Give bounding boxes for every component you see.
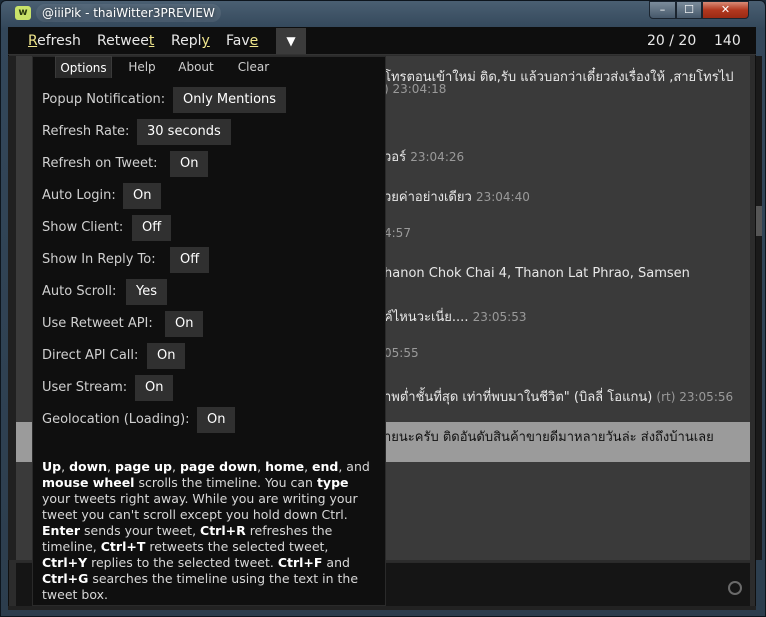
left-gutter xyxy=(8,56,16,560)
retweet-menu[interactable]: Retweet xyxy=(97,27,154,55)
direct-api-call-toggle[interactable]: On xyxy=(147,343,186,369)
menu-bar: Refresh Retweet Reply Fave ▼ 20 / 20 140 xyxy=(8,27,756,55)
tweet-timestamp: (rt) 23:05:56 xyxy=(656,390,734,404)
tweet-row[interactable]: 4:57 xyxy=(384,226,411,241)
tweet-row[interactable]: 05:55 xyxy=(384,346,419,361)
tweet-timestamp: 4:57 xyxy=(384,226,411,240)
tweet-timestamp: 23:04:26 xyxy=(410,150,465,164)
tweet-text: าพต่ำชั้นที่สุด เท่าที่พบมาในชีวิต" (บิล… xyxy=(384,390,653,405)
show-client-toggle[interactable]: Off xyxy=(132,215,172,241)
app-logo-icon: w xyxy=(15,6,31,20)
auto-scroll-label: Auto Scroll: xyxy=(42,284,117,299)
timeline-scrollbar[interactable] xyxy=(756,56,762,560)
title-bar[interactable]: w @iiiPik - thaiWitter3PREVIEW – ☐ ✕ xyxy=(0,0,766,27)
tweet-text: ายนะครับ ติดอันดับสินค้าขายดีมาหลายวันล่… xyxy=(384,430,714,445)
show-client-label: Show Client: xyxy=(42,220,124,235)
tweet-row[interactable]: าพต่ำชั้นที่สุด เท่าที่พบมาในชีวิต" (บิล… xyxy=(384,386,733,407)
status-strip xyxy=(8,606,756,610)
window-title: @iiiPik - thaiWitter3PREVIEW xyxy=(36,4,221,22)
use-retweet-api-toggle[interactable]: On xyxy=(165,311,204,337)
tweet-row[interactable]: วยค่าอย่างเดียว 23:04:40 xyxy=(384,186,530,207)
scrollbar-thumb[interactable] xyxy=(756,206,762,236)
tweet-row[interactable]: ายนะครับ ติดอันดับสินค้าขายดีมาหลายวันล่… xyxy=(384,426,714,447)
retweet-label: Retwee xyxy=(97,33,149,49)
refresh-rate-label: Refresh Rate: xyxy=(42,124,130,139)
geolocation-label: Geolocation (Loading): xyxy=(42,412,190,427)
user-stream-toggle[interactable]: On xyxy=(135,375,174,401)
tweet-text: วยค่าอย่างเดียว xyxy=(384,190,472,205)
auto-login-toggle[interactable]: On xyxy=(123,183,162,209)
reply-menu[interactable]: Reply xyxy=(171,27,210,55)
tab-options[interactable]: Options xyxy=(55,56,112,78)
auto-scroll-toggle[interactable]: Yes xyxy=(126,279,167,305)
minimize-button[interactable]: – xyxy=(649,1,676,19)
refresh-rate-toggle[interactable]: 30 seconds xyxy=(137,119,231,145)
direct-api-call-label: Direct API Call: xyxy=(42,348,139,363)
tweet-text: วอร์ xyxy=(384,150,407,165)
use-retweet-api-label: Use Retweet API: xyxy=(42,316,153,331)
tweet-row[interactable]: ) 23:04:18 xyxy=(384,82,446,97)
refresh-on-tweet-label: Refresh on Tweet: xyxy=(42,156,158,171)
tweet-row[interactable]: hanon Chok Chai 4, Thanon Lat Phrao, Sam… xyxy=(384,266,690,281)
tweet-row[interactable]: วอร์ 23:04:26 xyxy=(384,146,464,167)
tweet-timestamp: 23:05:53 xyxy=(472,310,527,324)
close-button[interactable]: ✕ xyxy=(702,1,749,19)
retweet-accel: t xyxy=(148,33,155,49)
tweet-timestamp: ) 23:04:18 xyxy=(384,82,447,96)
refresh-menu[interactable]: Refresh xyxy=(28,27,81,55)
geolocation-toggle[interactable]: On xyxy=(197,407,236,433)
refresh-label: efresh xyxy=(37,33,81,49)
fave-accel: e xyxy=(249,33,259,49)
popup-notification-toggle[interactable]: Only Mentions xyxy=(173,87,287,113)
maximize-button[interactable]: ☐ xyxy=(676,1,702,19)
user-stream-label: User Stream: xyxy=(42,380,128,395)
reply-accel: y xyxy=(201,33,210,49)
chars-remaining: 140 xyxy=(714,33,741,49)
loading-spinner-icon xyxy=(728,581,742,595)
more-menu-button[interactable]: ▼ xyxy=(276,28,306,54)
keyboard-help-text: Up, down, page up, page down, home, end,… xyxy=(42,459,370,602)
tweet-timestamp: 05:55 xyxy=(384,346,419,360)
reply-label: Repl xyxy=(171,33,202,49)
tab-clear[interactable]: Clear xyxy=(230,56,277,78)
tweet-row[interactable]: ค์ไหนวะเนี่ย.... 23:05:53 xyxy=(384,306,527,327)
timeline-position: 20 / 20 xyxy=(647,33,697,49)
tab-about[interactable]: About xyxy=(172,56,220,78)
fave-menu[interactable]: Fave xyxy=(226,27,258,55)
auto-login-label: Auto Login: xyxy=(42,188,116,203)
tweet-text: ค์ไหนวะเนี่ย.... xyxy=(384,310,469,325)
show-in-reply-to-label: Show In Reply To: xyxy=(42,252,156,267)
tweet-timestamp: 23:04:40 xyxy=(475,190,530,204)
show-in-reply-to-toggle[interactable]: Off xyxy=(170,247,210,273)
tab-help[interactable]: Help xyxy=(120,56,164,78)
refresh-on-tweet-toggle[interactable]: On xyxy=(170,151,209,177)
tweet-text: hanon Chok Chai 4, Thanon Lat Phrao, Sam… xyxy=(384,266,690,281)
popup-notification-label: Popup Notification: xyxy=(42,92,166,107)
fave-label: Fav xyxy=(226,33,250,49)
refresh-accel: R xyxy=(28,33,38,49)
